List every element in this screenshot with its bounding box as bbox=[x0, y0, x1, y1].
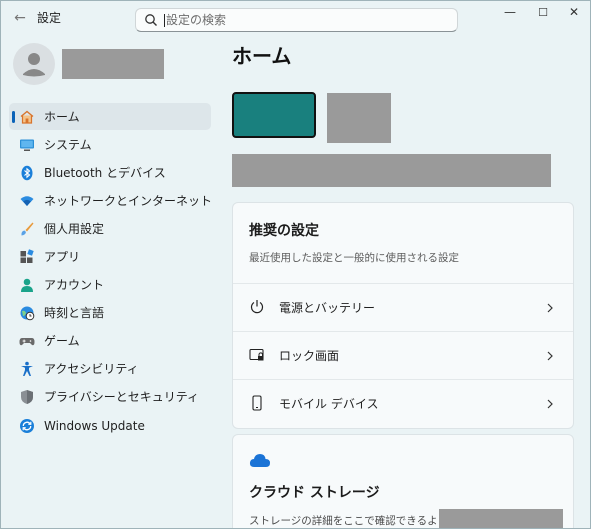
gamepad-icon bbox=[19, 338, 35, 346]
sidebar-item-home[interactable]: ホーム bbox=[9, 103, 211, 130]
close-button[interactable]: ✕ bbox=[559, 1, 589, 23]
wallpaper-thumbnail[interactable] bbox=[232, 92, 316, 138]
apps-icon bbox=[20, 249, 34, 263]
chevron-right-icon bbox=[547, 351, 553, 361]
sidebar-item-label: プライバシーとセキュリティ bbox=[44, 390, 200, 404]
accessibility-icon bbox=[21, 361, 33, 376]
sidebar-item-windows-update[interactable]: Windows Update bbox=[9, 412, 211, 439]
recommended-row-lock-screen[interactable]: ロック画面 bbox=[233, 331, 573, 379]
sidebar-item-label: 時刻と言語 bbox=[44, 306, 105, 320]
bluetooth-icon bbox=[21, 165, 33, 181]
search-icon bbox=[145, 14, 157, 26]
sidebar-item-network[interactable]: ネットワークとインターネット bbox=[9, 187, 213, 214]
device-name-redacted bbox=[232, 154, 551, 187]
maximize-button[interactable]: ☐ bbox=[528, 1, 558, 23]
chevron-right-icon bbox=[547, 399, 553, 409]
page-title: ホーム bbox=[232, 44, 292, 68]
sidebar-item-gaming[interactable]: ゲーム bbox=[9, 327, 211, 354]
sidebar-item-label: Bluetooth とデバイス bbox=[44, 166, 166, 180]
recommended-row-label: ロック画面 bbox=[279, 349, 340, 363]
wifi-icon bbox=[20, 196, 34, 206]
minimize-button[interactable]: — bbox=[495, 1, 525, 23]
sidebar-item-privacy[interactable]: プライバシーとセキュリティ bbox=[9, 383, 211, 410]
sidebar-item-accounts[interactable]: アカウント bbox=[9, 271, 211, 298]
sidebar-item-bluetooth[interactable]: Bluetooth とデバイス bbox=[9, 159, 211, 186]
chevron-right-icon bbox=[547, 303, 553, 313]
cloud-storage-title: クラウド ストレージ bbox=[249, 485, 380, 501]
back-button[interactable]: ← bbox=[11, 9, 29, 27]
sidebar-item-label: Windows Update bbox=[44, 419, 145, 433]
monitor-icon bbox=[20, 139, 34, 151]
account-icon bbox=[21, 278, 33, 292]
recommended-row-power[interactable]: 電源とバッテリー bbox=[233, 283, 573, 331]
text-caret bbox=[164, 14, 165, 27]
brush-icon bbox=[21, 222, 34, 236]
sidebar-item-label: アクセシビリティ bbox=[44, 362, 139, 376]
search-box[interactable] bbox=[135, 8, 458, 32]
cloud-icon bbox=[249, 454, 270, 467]
sidebar-item-label: 個人用設定 bbox=[44, 222, 105, 236]
sidebar-item-label: アカウント bbox=[44, 278, 105, 292]
user-name-redacted bbox=[62, 49, 164, 79]
sidebar-item-label: アプリ bbox=[44, 250, 81, 264]
search-input[interactable] bbox=[166, 11, 446, 29]
lock-screen-icon bbox=[249, 348, 264, 361]
sidebar-item-apps[interactable]: アプリ bbox=[9, 243, 211, 270]
globe-clock-icon bbox=[20, 306, 35, 321]
avatar[interactable] bbox=[13, 43, 55, 85]
cloud-storage-text: ストレージの詳細をここで確認できるように bbox=[249, 515, 459, 527]
recommended-subtitle: 最近使用した設定と一般的に使用される設定 bbox=[249, 252, 459, 264]
home-icon bbox=[20, 110, 34, 124]
recommended-row-label: 電源とバッテリー bbox=[279, 301, 376, 315]
shield-icon bbox=[21, 390, 33, 404]
sidebar-item-label: システム bbox=[44, 138, 92, 152]
sidebar-item-personalization[interactable]: 個人用設定 bbox=[9, 215, 211, 242]
sidebar-item-time-language[interactable]: 時刻と言語 bbox=[9, 299, 211, 326]
selection-indicator bbox=[12, 111, 15, 123]
recommended-title: 推奨の設定 bbox=[249, 223, 319, 239]
sidebar-item-label: ホーム bbox=[44, 110, 80, 124]
recommended-row-label: モバイル デバイス bbox=[279, 397, 379, 411]
sidebar-item-system[interactable]: システム bbox=[9, 131, 211, 158]
cloud-storage-redacted bbox=[439, 509, 563, 528]
sync-icon bbox=[20, 419, 34, 433]
power-icon bbox=[250, 300, 264, 314]
app-title: 設定 bbox=[37, 11, 62, 25]
settings-window: ← 設定 — ☐ ✕ ホーム システム bbox=[0, 0, 591, 529]
sidebar-item-label: ゲーム bbox=[44, 334, 80, 348]
sidebar-item-label: ネットワークとインターネット bbox=[44, 194, 213, 208]
sidebar-item-accessibility[interactable]: アクセシビリティ bbox=[9, 355, 211, 382]
phone-icon bbox=[252, 395, 262, 411]
device-info-redacted bbox=[327, 93, 391, 143]
recommended-row-mobile-devices[interactable]: モバイル デバイス bbox=[233, 379, 573, 427]
person-icon bbox=[23, 53, 45, 77]
